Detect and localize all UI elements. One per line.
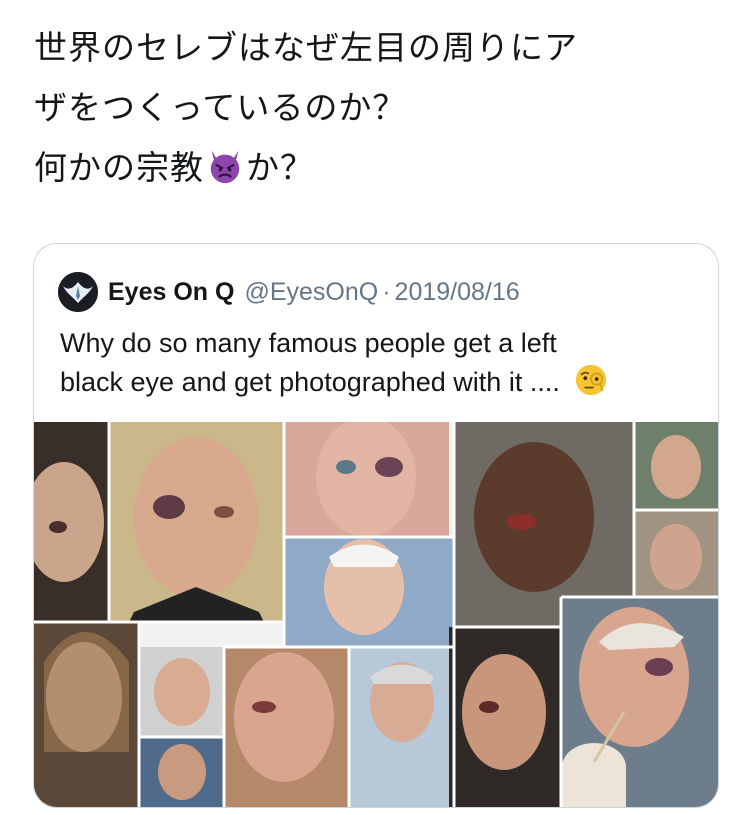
quoted-tweet-card[interactable]: Eyes On Q @EyesOnQ · 2019/08/16 Why do s…	[33, 243, 719, 808]
post-date[interactable]: 2019/08/16	[395, 278, 520, 307]
quoted-text-line-1: Why do so many famous people get a left	[60, 328, 557, 358]
tweet-text-line-3a: 何かの宗教	[34, 148, 204, 187]
author-handle[interactable]: @EyesOnQ	[244, 278, 378, 307]
collage-graphic	[34, 417, 718, 807]
quoted-text-line-2a: black eye and get photographed with it .…	[60, 367, 560, 397]
tweet-text: 世界のセレブはなぜ左目の周りにア ザをつくっているのか？ 何かの宗教 か？	[34, 18, 724, 198]
quoted-text-line-2: black eye and get photographed with it .…	[60, 363, 700, 402]
bird-logo-icon	[58, 272, 98, 312]
tweet-text-line-1: 世界のセレブはなぜ左目の周りにア	[34, 28, 578, 67]
quoted-tweet-text: Why do so many famous people get a left …	[60, 324, 700, 402]
smiling-face-with-horns-icon	[210, 150, 240, 184]
face-with-monocle-icon	[575, 364, 606, 396]
avatar[interactable]	[58, 272, 98, 312]
author-name[interactable]: Eyes On Q	[108, 278, 234, 307]
tweet-text-line-2: ザをつくっているのか？	[34, 88, 407, 127]
photo-collage[interactable]	[34, 417, 718, 807]
tweet-text-line-3b: か？	[246, 148, 314, 187]
tweet-screenshot: 世界のセレブはなぜ左目の周りにア ザをつくっているのか？ 何かの宗教 か？ Ey…	[0, 0, 750, 815]
tweet-text-line-3: 何かの宗教 か？	[34, 138, 724, 198]
separator-dot: ·	[382, 277, 391, 306]
quoted-tweet-header: Eyes On Q @EyesOnQ · 2019/08/16	[58, 272, 520, 312]
